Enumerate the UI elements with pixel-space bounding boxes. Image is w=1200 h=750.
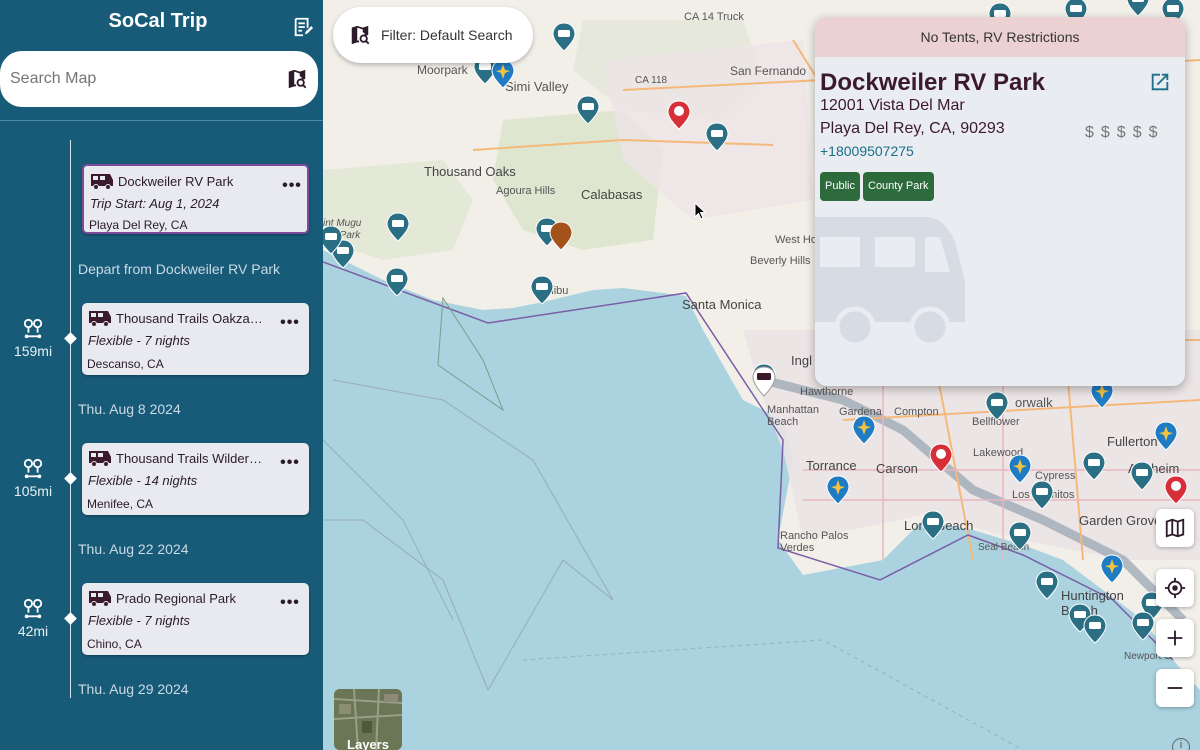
date-label: Thu. Aug 22 2024: [78, 541, 189, 557]
map-filter-icon: [351, 25, 370, 45]
selected-campground-marker[interactable]: [751, 366, 777, 398]
stop-name: Thousand Trails Oakzanita: [116, 311, 268, 326]
date-label: Thu. Aug 8 2024: [78, 401, 181, 417]
phone-link[interactable]: +18009507275: [820, 143, 914, 159]
leg-distance: 42mi: [17, 623, 49, 639]
leg-distance: 159mi: [13, 343, 53, 359]
address-line-2: Playa Del Rey, CA, 90293: [820, 120, 1005, 137]
search-box: [0, 51, 318, 107]
tag-county-park: County Park: [863, 172, 934, 201]
info-icon[interactable]: i: [1172, 738, 1190, 750]
zoom-in-button[interactable]: [1156, 619, 1194, 657]
rv-icon: [91, 174, 113, 190]
rv-icon: [89, 311, 111, 327]
filter-label: Filter: Default Search: [381, 27, 513, 43]
rv-icon: [89, 591, 111, 607]
stop-location: Descanso, CA: [87, 357, 164, 371]
stop-more-button[interactable]: •••: [278, 313, 302, 333]
zoom-out-button[interactable]: [1156, 669, 1194, 707]
stop-card[interactable]: Thousand Trails Wilderness Lakes Flexibl…: [82, 443, 309, 515]
timeline-dot: [64, 332, 77, 345]
stop-more-button[interactable]: •••: [278, 593, 302, 613]
timeline-dot: [64, 612, 77, 625]
stop-card[interactable]: Dockweiler RV Park Trip Start: Aug 1, 20…: [82, 164, 309, 234]
notes-icon[interactable]: [292, 16, 314, 38]
stop-location: Menifee, CA: [87, 497, 154, 511]
stop-more-button[interactable]: •••: [278, 453, 302, 473]
plus-icon: [1167, 630, 1183, 646]
restriction-banner: No Tents, RV Restrictions: [815, 17, 1185, 57]
layers-label: Layers: [347, 737, 389, 750]
map-view-button[interactable]: [1156, 509, 1194, 547]
stop-card[interactable]: Prado Regional Park Flexible - 7 nights …: [82, 583, 309, 655]
stop-subtitle: Flexible - 7 nights: [88, 613, 190, 628]
stop-location: Playa Del Rey, CA: [89, 218, 188, 232]
mouse-cursor-icon: [694, 202, 706, 220]
depart-label: Depart from Dockweiler RV Park: [78, 261, 281, 277]
map-search-icon[interactable]: [286, 68, 308, 90]
trip-sidebar: SoCal Trip Dockweiler RV Park Trip Start…: [0, 0, 323, 750]
tag-public: Public: [820, 172, 860, 201]
campground-detail-popup: No Tents, RV Restrictions Dockweiler RV …: [815, 17, 1185, 386]
date-label: Thu. Aug 29 2024: [78, 681, 189, 697]
popup-title: Dockweiler RV Park: [820, 69, 1046, 96]
sidebar-divider: [0, 120, 323, 121]
stop-subtitle: Flexible - 7 nights: [88, 333, 190, 348]
distance-route-icon: [23, 598, 43, 619]
stop-name: Prado Regional Park: [116, 591, 236, 606]
distance-route-icon: [23, 318, 43, 339]
stop-subtitle: Flexible - 14 nights: [88, 473, 198, 488]
stop-card[interactable]: Thousand Trails Oakzanita Flexible - 7 n…: [82, 303, 309, 375]
rv-placeholder-icon: [815, 217, 965, 348]
minus-icon: [1167, 687, 1183, 689]
map-icon: [1165, 518, 1185, 538]
stop-subtitle: Trip Start: Aug 1, 2024: [90, 196, 220, 211]
layers-button[interactable]: Layers: [334, 689, 402, 750]
locate-button[interactable]: [1156, 569, 1194, 607]
rv-icon: [89, 451, 111, 467]
stop-name: Thousand Trails Wilderness Lakes: [116, 451, 268, 466]
stop-location: Chino, CA: [87, 637, 142, 651]
trip-title: SoCal Trip: [108, 10, 208, 32]
search-input[interactable]: [10, 63, 270, 95]
stop-more-button[interactable]: •••: [280, 176, 304, 196]
stop-name: Dockweiler RV Park: [118, 174, 234, 189]
filter-button[interactable]: Filter: Default Search: [333, 7, 533, 63]
distance-route-icon: [23, 458, 43, 479]
leg-distance: 105mi: [13, 483, 53, 499]
address-line-1: 12001 Vista Del Mar: [820, 97, 965, 114]
timeline-dot: [64, 472, 77, 485]
open-external-icon[interactable]: [1149, 71, 1171, 93]
price-rating: $$$$$: [1085, 124, 1165, 141]
locate-icon: [1164, 577, 1186, 599]
